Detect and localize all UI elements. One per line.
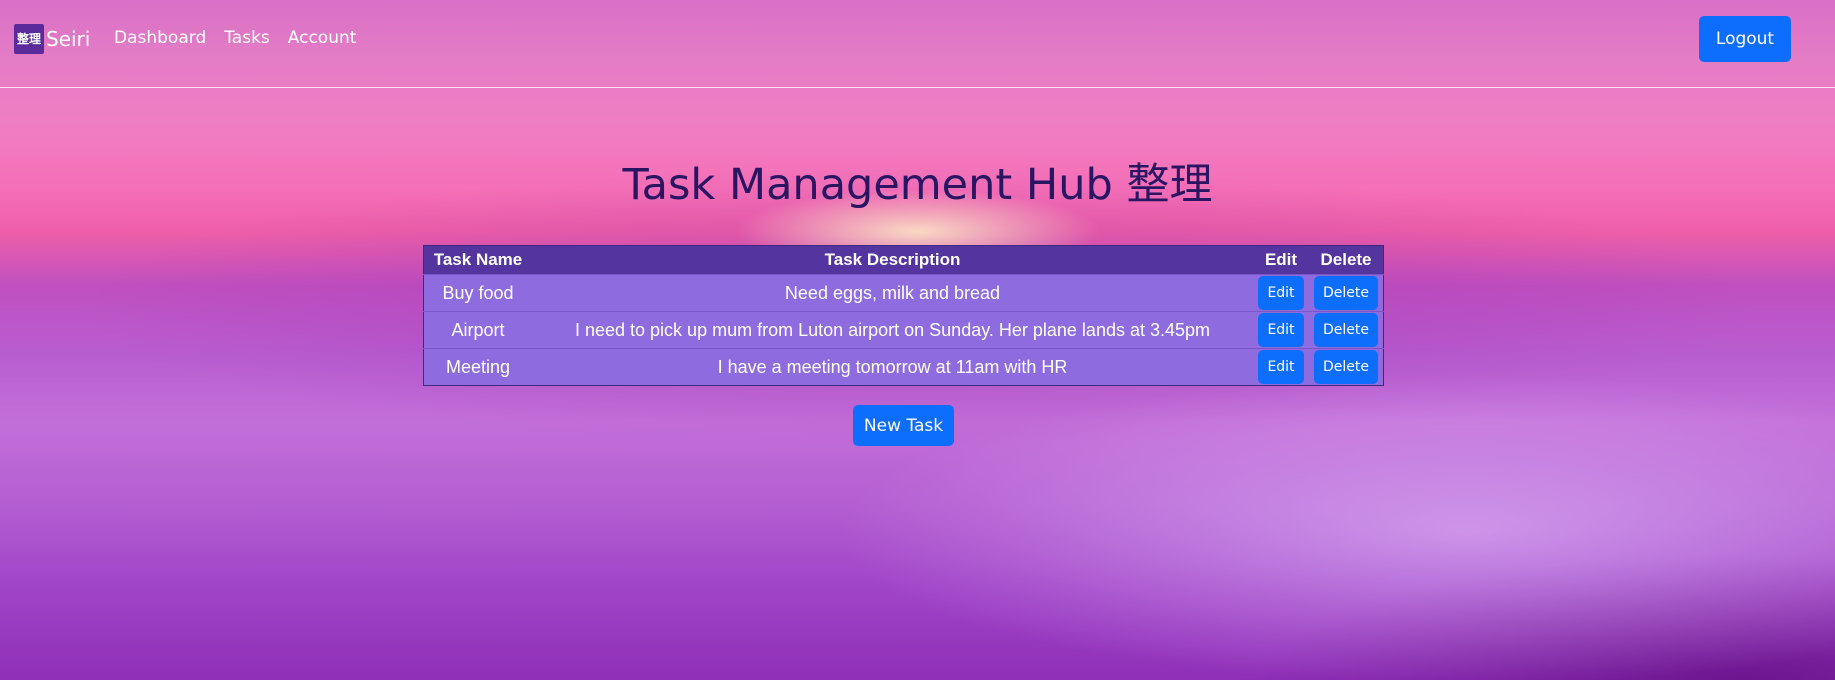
task-name: Airport <box>423 311 532 349</box>
delete-button[interactable]: Delete <box>1314 313 1378 347</box>
brand[interactable]: 整理 Seiri <box>14 24 90 54</box>
nav-links: Dashboard Tasks Account <box>114 28 356 48</box>
seiri-logo-icon: 整理 <box>14 24 44 54</box>
header-task-description: Task Description <box>532 245 1253 275</box>
table-row: Meeting I have a meeting tomorrow at 11a… <box>423 348 1384 386</box>
task-description: I have a meeting tomorrow at 11am with H… <box>532 348 1253 386</box>
edit-button[interactable]: Edit <box>1258 313 1304 347</box>
brand-name: Seiri <box>46 27 91 51</box>
logout-button[interactable]: Logout <box>1699 16 1791 62</box>
table-row: Buy food Need eggs, milk and bread Edit … <box>423 274 1384 312</box>
delete-button[interactable]: Delete <box>1314 276 1378 310</box>
task-description: Need eggs, milk and bread <box>532 274 1253 312</box>
table-row: Airport I need to pick up mum from Luton… <box>423 311 1384 349</box>
task-table: Task Name Task Description Edit Delete B… <box>423 245 1384 386</box>
table-header-row: Task Name Task Description Edit Delete <box>423 245 1384 275</box>
new-task-button[interactable]: New Task <box>853 405 954 446</box>
task-name: Buy food <box>423 274 532 312</box>
header-delete: Delete <box>1309 245 1384 275</box>
task-name: Meeting <box>423 348 532 386</box>
edit-cell: Edit <box>1253 311 1309 349</box>
delete-cell: Delete <box>1309 311 1384 349</box>
top-navbar: 整理 Seiri Dashboard Tasks Account Logout <box>0 0 1835 88</box>
task-description: I need to pick up mum from Luton airport… <box>532 311 1253 349</box>
nav-link-tasks[interactable]: Tasks <box>224 28 270 48</box>
nav-link-account[interactable]: Account <box>288 28 357 48</box>
edit-button[interactable]: Edit <box>1258 350 1304 384</box>
header-task-name: Task Name <box>423 245 532 275</box>
delete-cell: Delete <box>1309 348 1384 386</box>
nav-link-dashboard[interactable]: Dashboard <box>114 28 206 48</box>
edit-button[interactable]: Edit <box>1258 276 1304 310</box>
header-edit: Edit <box>1253 245 1309 275</box>
page-title: Task Management Hub 整理 <box>622 160 1213 210</box>
delete-button[interactable]: Delete <box>1314 350 1378 384</box>
delete-cell: Delete <box>1309 274 1384 312</box>
edit-cell: Edit <box>1253 348 1309 386</box>
edit-cell: Edit <box>1253 274 1309 312</box>
